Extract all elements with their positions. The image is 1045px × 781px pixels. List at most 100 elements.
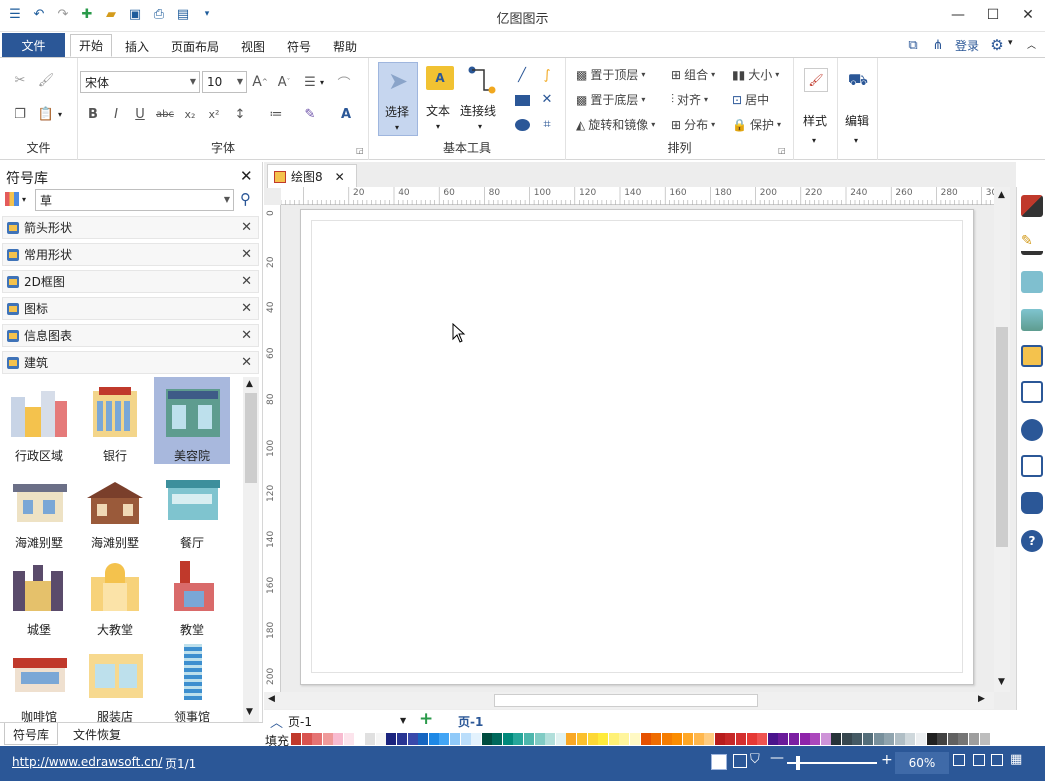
bold-icon[interactable]: B [83,104,103,124]
underline-icon[interactable]: U [130,104,150,124]
color-swatch[interactable] [396,733,407,745]
hyperlink-globe-icon[interactable] [1021,419,1043,441]
collapse-ribbon-icon[interactable]: ︿ [1027,38,1036,51]
file-menu[interactable]: 文件 [2,33,65,57]
color-swatch[interactable] [926,733,937,745]
zoom-slider-thumb[interactable] [796,756,800,770]
color-swatch[interactable] [916,733,927,745]
color-swatch[interactable] [619,733,630,745]
library-scroll-thumb[interactable] [245,393,257,483]
page-list-up-icon[interactable]: ︿ [270,712,283,731]
cut-icon[interactable]: ✂ [10,70,30,90]
tab-insert[interactable]: 插入 [117,35,157,58]
color-swatch[interactable] [460,733,471,745]
font-size-combo[interactable]: 10 ▼ [202,71,247,93]
category-close-icon[interactable]: ✕ [241,355,252,370]
format-painter-icon[interactable]: 🖌 [36,70,56,90]
subscript-icon[interactable]: x₂ [180,104,200,124]
group-button[interactable]: ⊞ 组合 ▾ [671,66,715,83]
category-close-icon[interactable]: ✕ [241,328,252,343]
align-button[interactable]: ⫶ 对齐 ▾ [671,91,708,108]
document-tab[interactable]: 绘图8 ✕ [267,164,357,188]
canvas-hscroll-thumb[interactable] [494,694,758,707]
italic-icon[interactable]: I [106,104,126,124]
scroll-up-icon[interactable]: ▲ [246,379,253,389]
help-icon[interactable]: ? [1021,530,1043,552]
library-grid-chevron-icon[interactable]: ▾ [22,195,26,204]
text-path-icon[interactable]: ⌒ [334,72,354,92]
login-button[interactable]: 登录 [955,37,979,54]
shape-restaurant[interactable]: 餐厅 [154,464,230,551]
color-swatch[interactable] [767,733,778,745]
rectangle-tool-icon[interactable] [515,95,530,106]
library-category[interactable]: 2D框图 ✕ [2,270,259,293]
color-swatch[interactable] [471,733,482,745]
crop-tool-icon[interactable]: ⌗ [537,114,557,134]
edit-button[interactable]: ⛟ 编辑 ▾ [844,66,872,146]
add-page-icon[interactable]: + [419,709,433,729]
color-swatch[interactable] [693,733,704,745]
scroll-up-icon[interactable]: ▲ [998,190,1005,200]
color-swatch[interactable] [333,733,344,745]
library-category[interactable]: 信息图表 ✕ [2,324,259,347]
page-select[interactable]: 页-1 ▼ [288,712,408,730]
color-swatch[interactable] [651,733,662,745]
color-swatch[interactable] [778,733,789,745]
color-swatch[interactable] [587,733,598,745]
color-swatch[interactable] [905,733,916,745]
color-swatch[interactable] [492,733,503,745]
color-swatch[interactable] [428,733,439,745]
scroll-down-icon[interactable]: ▼ [246,707,253,717]
color-swatch[interactable] [810,733,821,745]
website-link[interactable]: http://www.edrawsoft.cn/ [12,755,162,769]
color-swatch[interactable] [990,733,1001,745]
library-scrollbar[interactable]: ▲ ▼ [243,377,259,722]
color-swatch[interactable] [682,733,693,745]
library-category[interactable]: 箭头形状 ✕ [2,216,259,239]
color-swatch[interactable] [375,733,386,745]
color-swatch[interactable] [969,733,979,745]
shape-beauty-salon[interactable]: 美容院 [154,377,230,464]
color-swatch[interactable] [545,733,556,745]
category-close-icon[interactable]: ✕ [241,220,252,235]
tab-page-layout[interactable]: 页面布局 [163,35,227,58]
select-tool-button[interactable]: ➤ 选择 ▾ [378,62,418,136]
color-swatch[interactable] [852,733,863,745]
font-color-icon[interactable]: A [336,104,356,124]
image-icon[interactable] [1021,309,1043,331]
color-swatches[interactable] [291,733,1001,745]
search-icon[interactable]: ⚲ [240,190,251,208]
highlight-icon[interactable]: ✎ [300,104,320,124]
font-name-combo[interactable]: 宋体 ▼ [80,71,200,93]
color-swatch[interactable] [714,733,725,745]
comment-icon[interactable] [1021,492,1043,514]
distribute-button[interactable]: ⊞ 分布 ▾ [671,116,715,133]
scroll-down-icon[interactable]: ▼ [998,677,1005,687]
color-swatch[interactable] [524,733,535,745]
center-button[interactable]: ⊡ 居中 [732,91,769,108]
color-swatch[interactable] [735,733,746,745]
bring-to-front-button[interactable]: ▩ 置于顶层 ▾ [576,66,645,83]
tab-symbol[interactable]: 符号 [279,35,319,58]
color-swatch[interactable] [820,733,831,745]
color-swatch[interactable] [704,733,715,745]
text-tool-button[interactable]: A 文本 ▾ [422,64,458,134]
color-swatch[interactable] [343,733,354,745]
category-close-icon[interactable]: ✕ [241,274,252,289]
color-swatch[interactable] [608,733,619,745]
rotate-mirror-button[interactable]: ◭ 旋转和镜像 ▾ [576,116,655,133]
color-swatch[interactable] [291,733,301,745]
style-button[interactable]: 🖌 样式 ▾ [802,66,830,146]
layers-icon[interactable] [1021,345,1043,367]
shape-castle[interactable]: 城堡 [1,551,77,638]
minimize-icon[interactable]: — [940,0,976,30]
color-swatch[interactable] [788,733,799,745]
zoom-level[interactable]: 60% [895,752,949,774]
color-swatch[interactable] [831,733,842,745]
grow-font-icon[interactable]: A ^ [250,72,270,92]
canvas-vscroll-thumb[interactable] [996,327,1008,547]
color-swatch[interactable] [630,733,640,745]
shape-bank[interactable]: 银行 [77,377,153,464]
color-swatch[interactable] [354,733,365,745]
color-swatch[interactable] [958,733,969,745]
